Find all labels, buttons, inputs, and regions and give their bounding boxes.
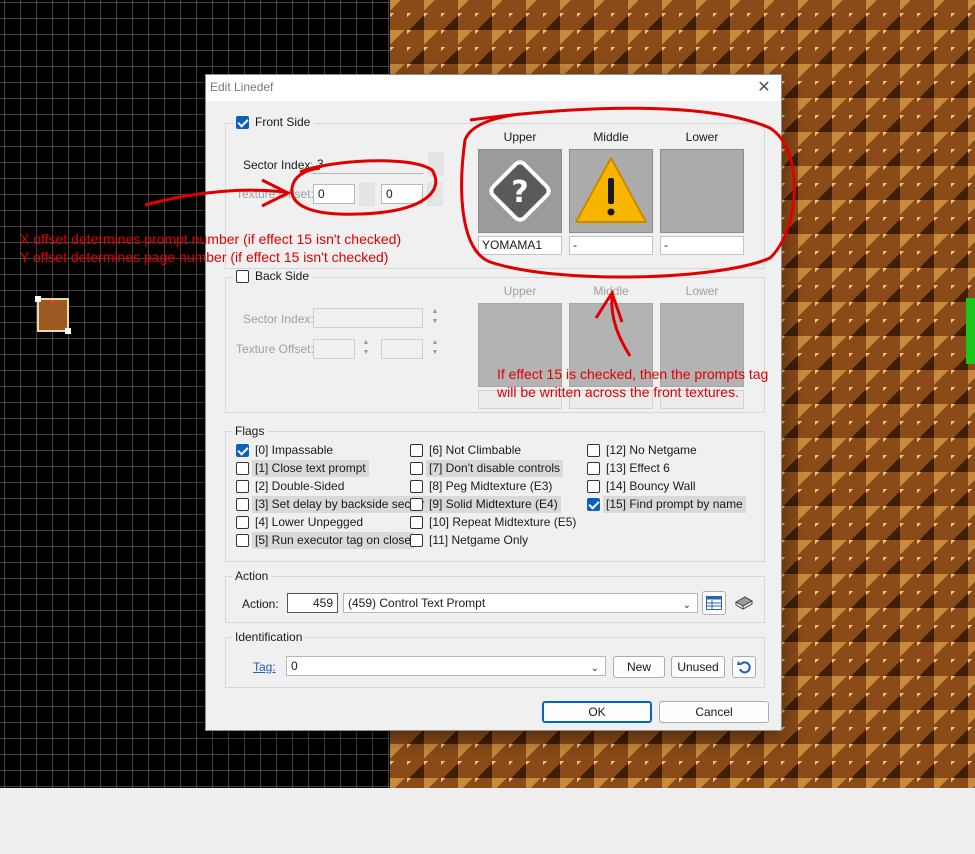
annotation-overlay [144,106,796,357]
effect-note-line2: will be written across the front texture… [497,384,739,400]
texture-circle [460,106,796,279]
effect-note-line1: If effect 15 is checked, then the prompt… [497,366,769,382]
offset-note-line2: Y offset determines page number (if effe… [20,249,389,265]
offset-note-line1: X offset determines prompt number (if ef… [20,231,402,247]
offset-arrow [144,178,292,208]
offset-circle [290,159,438,216]
texture-arrow [594,289,632,357]
